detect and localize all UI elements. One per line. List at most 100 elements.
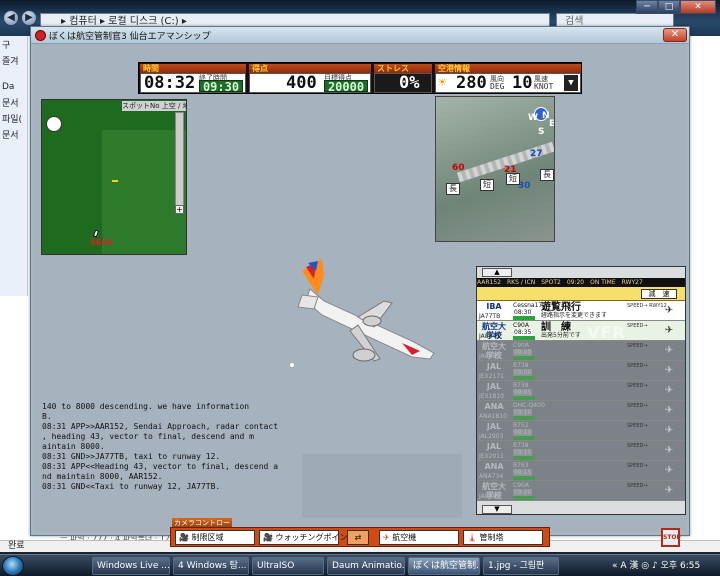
aircraft-icon[interactable] xyxy=(92,229,100,238)
strip-scroll-up-button[interactable]: ▲ xyxy=(482,268,512,277)
stop-button[interactable]: STOP xyxy=(661,528,681,547)
swap-camera-icon[interactable]: ⇄ xyxy=(347,530,369,545)
aircraft-type: C90A xyxy=(513,342,529,349)
status-bar-indicator xyxy=(513,396,535,400)
game-viewport[interactable]: 時間 08:32 終了時間 09:30 得点 400 目標得点 20000 スト… xyxy=(34,44,686,547)
selected-flight-bar: 減 速 xyxy=(477,287,685,301)
runway-length-tag[interactable]: 短 xyxy=(480,179,494,191)
taskbar-item[interactable]: 1.jpg - 그림판 xyxy=(483,557,559,575)
aircraft-icon[interactable]: ✈ xyxy=(657,384,681,398)
wind-direction: 280 xyxy=(456,73,487,93)
departure-time: 09:05 xyxy=(513,389,533,396)
left-pane-item[interactable]: Da xyxy=(2,82,14,92)
log-overlay xyxy=(302,454,462,518)
start-button[interactable] xyxy=(2,556,24,576)
status-bar-indicator xyxy=(513,456,535,460)
flight-strip[interactable]: ANA ANA734 B763 09:15 SPEED→ ✈ xyxy=(477,461,685,481)
runway-label: 60 xyxy=(452,163,465,173)
aircraft-icon[interactable]: ✈ xyxy=(657,324,681,338)
flight-strip[interactable]: ANA ANA1810 DHC-Q400 09:10 SPEED→ ✈ xyxy=(477,401,685,421)
zoom-slider[interactable] xyxy=(175,112,184,212)
radio-log-line: 08:31 GND>>JA77TB, taxi to runway 12. xyxy=(42,452,221,461)
left-pane-item[interactable]: 파일( xyxy=(2,112,22,125)
taskbar-item[interactable]: 4 Windows 탐... xyxy=(173,557,249,575)
restricted-area-button[interactable]: 🎥 制限区域 xyxy=(175,530,255,545)
current-time: 08:32 xyxy=(144,73,196,93)
departure-time: 09:10 xyxy=(513,429,533,436)
maximize-button[interactable]: □ xyxy=(658,0,680,14)
aircraft-type: B763 xyxy=(513,462,529,469)
strip-list: IBA JA77TB Cessna172 08:30 VFR 遊覧飛行 経路指示を変更できま… xyxy=(477,301,685,501)
aircraft-blip[interactable] xyxy=(112,180,118,182)
aircraft-icon[interactable]: ✈ xyxy=(657,464,681,478)
weather-label: 空港情報 xyxy=(435,64,581,73)
left-pane-item[interactable]: 구 xyxy=(2,38,10,51)
radio-log-line: nd maintain 8000, AAR152. xyxy=(42,472,163,481)
minimize-button[interactable]: ─ xyxy=(636,0,658,14)
callsign: JAL2903 xyxy=(479,433,504,440)
time-label: 時間 xyxy=(140,64,246,73)
runway-length-tag[interactable]: 長 xyxy=(540,169,554,181)
flight-rule-watermark: VFR xyxy=(587,323,626,342)
flight-strip[interactable]: 航空大学校 JA8847 C90A 08:35 VFR 訓 練出発5分前です SPEED→ ✈ xyxy=(477,321,685,342)
radio-log-line: 08:31 APP<<Heading 43, vector to final, … xyxy=(42,462,279,471)
aircraft-icon[interactable]: ✈ xyxy=(657,444,681,458)
left-pane-item[interactable]: 문서 xyxy=(2,128,19,141)
status-bar-indicator xyxy=(513,436,535,440)
strip-scroll-down-button[interactable]: ▼ xyxy=(482,505,512,514)
close-button[interactable]: ✕ xyxy=(680,0,716,14)
wind-speed: 10 xyxy=(512,73,533,93)
aircraft-icon[interactable]: ✈ xyxy=(657,424,681,438)
back-icon[interactable]: ◀ xyxy=(3,10,19,26)
radar-minimap[interactable]: スポットNo 上空 / 地上 + 5654 xyxy=(41,99,187,255)
air-ground-tab[interactable]: 上空 / 地上 xyxy=(162,102,186,110)
taskbar-item[interactable]: Windows Live ... xyxy=(92,557,170,575)
runway-length-tag[interactable]: 短 xyxy=(506,173,520,185)
aircraft-icon[interactable]: ✈ xyxy=(657,404,681,418)
status-bar-indicator xyxy=(513,356,535,360)
airplane-image[interactable] xyxy=(262,249,442,379)
radio-log-line: 08:31 GND<<Taxi to runway 12, JA77TB. xyxy=(42,482,221,491)
flight-strip[interactable]: JAL JEX2011 B738 09:15 SPEED→ ✈ xyxy=(477,441,685,461)
stress-label: ストレス xyxy=(374,64,432,73)
aircraft-icon[interactable]: ✈ xyxy=(657,344,681,358)
forward-icon[interactable]: ▶ xyxy=(21,10,37,26)
flight-strip[interactable]: 航空大学校 JA8853 C90A 09:00 SPEED→ ✈ xyxy=(477,341,685,361)
flight-strip[interactable]: JAL JEX1810 B738 09:05 SPEED→ ✈ xyxy=(477,381,685,401)
stress-panel: 0% xyxy=(374,73,432,93)
taskbar-item[interactable]: Daum Animatio... xyxy=(327,557,405,575)
camera-control-bar: 🎥 制限区域 🎥 ウォッチングポイント ⇄ ✈ 航空機 🗼 管制塔 xyxy=(170,527,550,547)
tower-camera-button[interactable]: 🗼 管制塔 xyxy=(463,530,543,545)
watching-point-button[interactable]: 🎥 ウォッチングポイント xyxy=(259,530,356,545)
aircraft-icon[interactable]: ✈ xyxy=(657,484,681,498)
slow-down-button[interactable]: 減 速 xyxy=(641,289,677,299)
flight-strip[interactable]: 航空大学校 JA8850 C90A 09:20 SPEED→ ✈ xyxy=(477,481,685,501)
aircraft-icon[interactable]: ✈ xyxy=(657,304,681,318)
explorer-left-pane: 구 즐겨 Da 문서 파일( 문서 xyxy=(0,36,28,296)
radio-log: 140 to 8000 descending. we have informat… xyxy=(36,398,278,516)
flight-strip[interactable]: IBA JA77TB Cessna172 08:30 VFR 遊覧飛行 経路指示を変更できま… xyxy=(477,301,685,322)
callsign: JEX2011 xyxy=(479,453,504,460)
airport-satellite-map[interactable]: N W E S 60 21 27 30 長 短 短 長 xyxy=(435,96,555,242)
left-pane-item[interactable]: 즐겨 xyxy=(2,54,19,67)
runway-length-tag[interactable]: 長 xyxy=(446,183,460,195)
weather-dropdown[interactable]: ▼ xyxy=(564,75,578,91)
aircraft-camera-button[interactable]: ✈ 航空機 xyxy=(379,530,459,545)
game-close-button[interactable]: ✕ xyxy=(663,28,687,42)
airplane-icon: ✈ xyxy=(383,533,393,542)
taskbar-item[interactable]: UltraISO xyxy=(252,557,324,575)
spot-number-tab[interactable]: スポットNo xyxy=(122,102,160,110)
left-pane-item[interactable]: 문서 xyxy=(2,96,19,109)
aircraft-icon[interactable]: ✈ xyxy=(657,364,681,378)
flight-strip[interactable]: JAL JEX2171 B738 09:00 SPEED→ ✈ xyxy=(477,361,685,381)
system-tray[interactable]: « A 漢 ◎ ♪ 오후 6:55 xyxy=(612,557,720,575)
status-bar-indicator xyxy=(513,496,535,500)
departure-time: 09:15 xyxy=(513,469,533,476)
hud-bar: 時間 08:32 終了時間 09:30 得点 400 目標得点 20000 スト… xyxy=(138,62,582,94)
end-time: 09:30 xyxy=(199,80,243,93)
flight-strip[interactable]: JAL JAL2903 B752 09:10 SPEED→ ✈ xyxy=(477,421,685,441)
game-titlebar[interactable]: ぼくは航空管制官3 仙台エアマンシップ ✕ xyxy=(31,27,689,44)
stress: 0% xyxy=(399,73,420,93)
taskbar-item[interactable]: ぼくは航空管制... xyxy=(408,557,480,575)
zoom-in-button[interactable]: + xyxy=(175,205,184,214)
